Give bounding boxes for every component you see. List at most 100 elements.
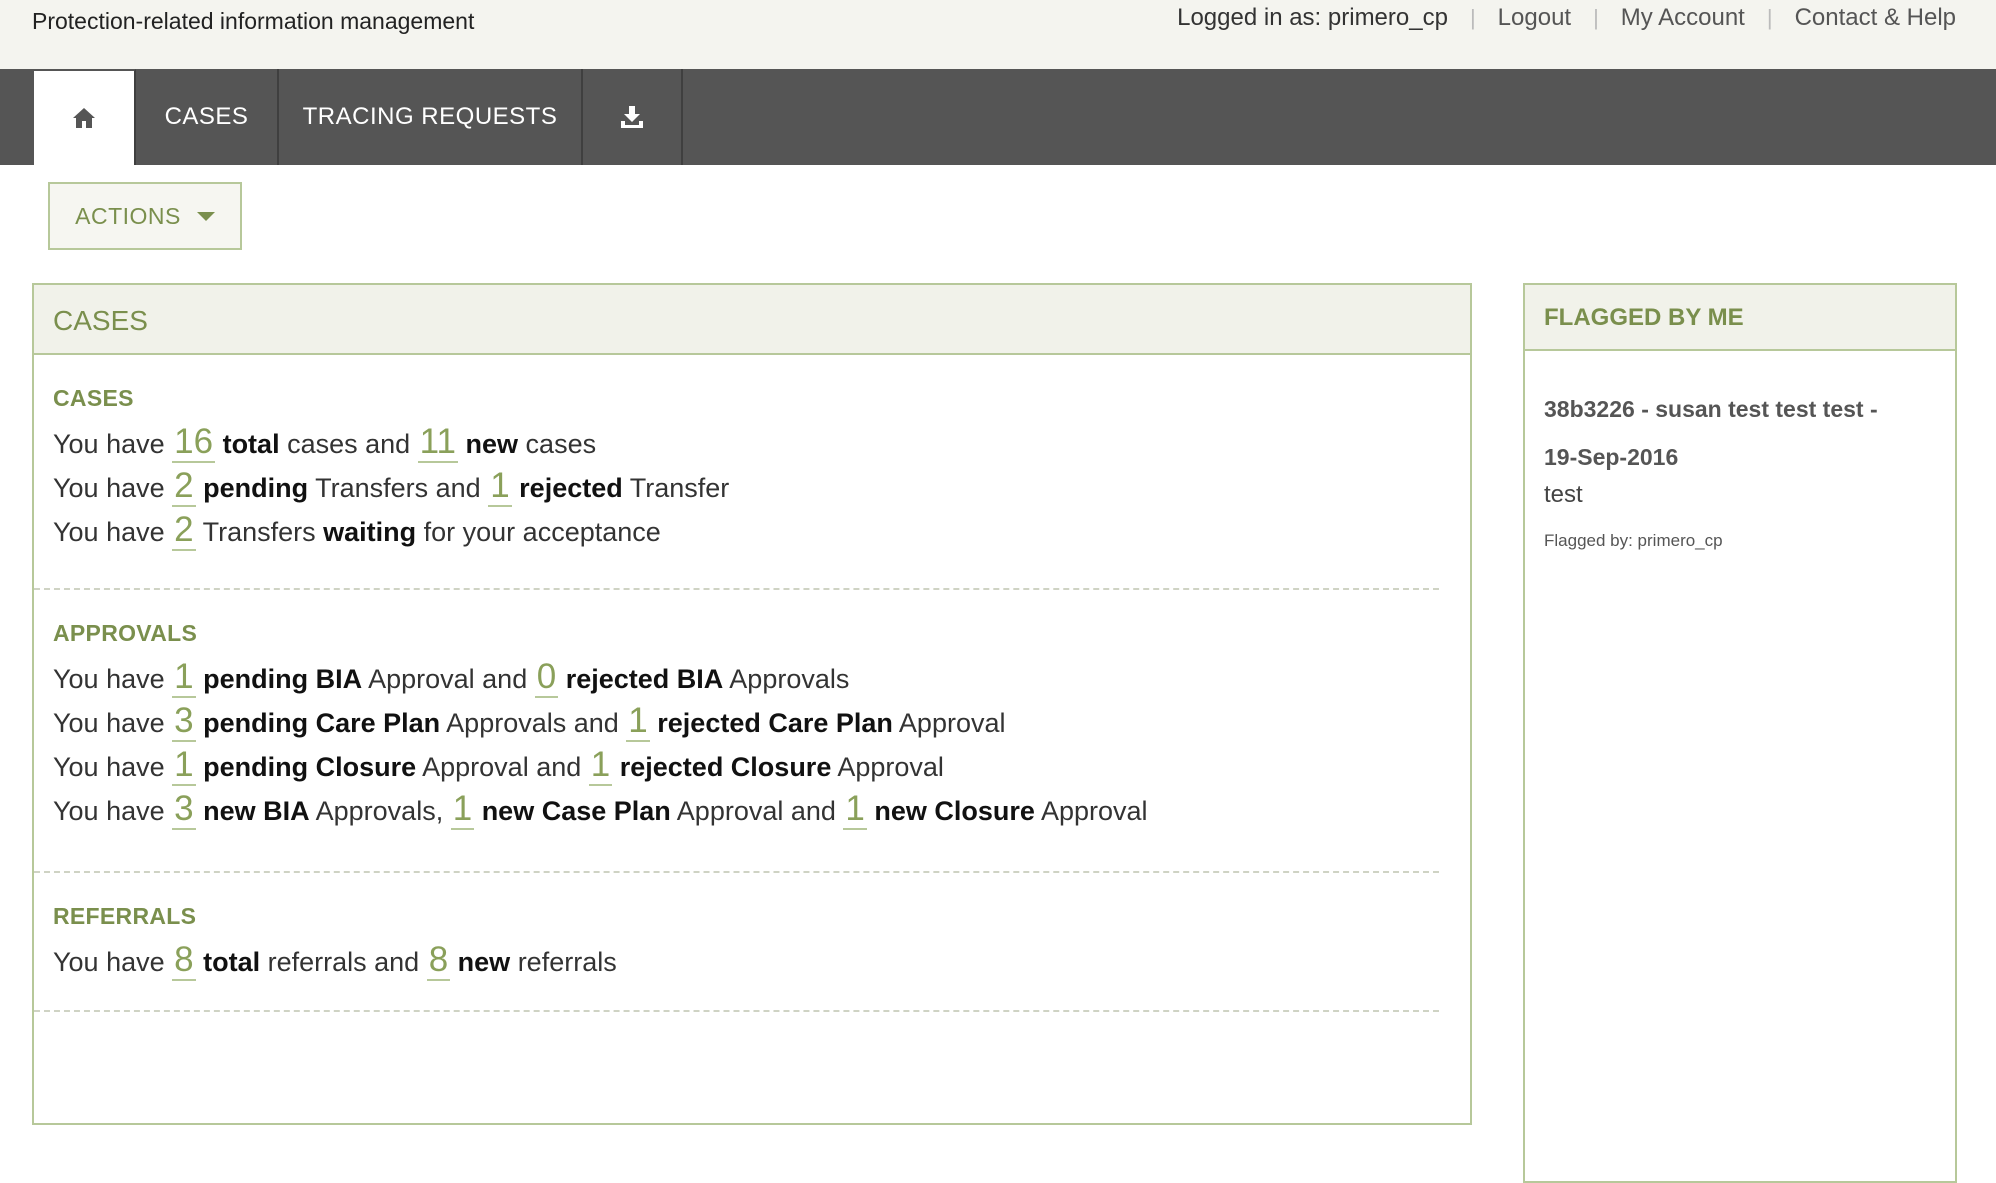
logout-link[interactable]: Logout <box>1498 4 1571 32</box>
flag-item-title-line2: 19-Sep-2016 <box>1544 444 1679 470</box>
stat-line: You have 3 pending Care Plan Approvals a… <box>53 701 1453 742</box>
user-links: Logged in as: primero_cp | Logout | My A… <box>1177 4 1956 32</box>
text: You have <box>53 517 173 547</box>
text: Approval <box>1034 796 1148 826</box>
new-referrals-count[interactable]: 8 <box>426 940 451 981</box>
tab-export[interactable] <box>583 69 683 165</box>
text: cases and <box>279 429 418 459</box>
text: Approvals, <box>309 796 451 826</box>
flagged-by-me-panel: FLAGGED BY ME 38b3226 - susan test test … <box>1523 283 1957 1183</box>
section-title: APPROVALS <box>53 620 198 646</box>
tab-tracing-requests[interactable]: TRACING REQUESTS <box>279 69 583 165</box>
text: referrals <box>510 947 617 977</box>
text-strong: pending <box>203 473 309 503</box>
text: Transfers and <box>308 473 489 503</box>
text: You have <box>53 473 173 503</box>
stat-line: You have 2 pending Transfers and 1 rejec… <box>53 466 1453 507</box>
total-cases-count[interactable]: 16 <box>172 422 216 463</box>
actions-dropdown-button[interactable]: ACTIONS <box>48 182 242 250</box>
section-title: CASES <box>53 385 134 411</box>
text-strong: total <box>203 947 261 977</box>
contact-help-link[interactable]: Contact & Help <box>1795 4 1956 32</box>
stat-line: You have 16 total cases and 11 new cases <box>53 422 1453 463</box>
tab-cases[interactable]: CASES <box>136 69 279 165</box>
main-nav: CASES TRACING REQUESTS <box>0 69 1996 165</box>
text: Approvals and <box>440 708 627 738</box>
text-strong: new <box>457 947 511 977</box>
cases-panel-header: CASES <box>34 285 1470 355</box>
divider <box>34 588 1439 590</box>
top-bar: Protection-related information managemen… <box>0 0 1996 69</box>
text: Transfers <box>195 517 324 547</box>
new-bia-count[interactable]: 3 <box>172 789 196 830</box>
text-strong: waiting <box>323 517 417 547</box>
text-strong: new BIA <box>203 796 310 826</box>
logged-in-label: Logged in as: primero_cp <box>1177 4 1448 31</box>
chevron-down-icon <box>196 211 215 221</box>
download-icon <box>621 106 643 128</box>
section-title: REFERRALS <box>53 903 197 929</box>
stat-line: You have 2 Transfers waiting for your ac… <box>53 510 1453 551</box>
text: You have <box>53 947 173 977</box>
cases-panel: CASES CASES You have 16 total cases and … <box>32 283 1472 1125</box>
separator: | <box>1766 5 1773 30</box>
text-strong: pending Care Plan <box>203 708 441 738</box>
text: Approvals <box>723 664 850 694</box>
divider <box>34 871 1439 873</box>
text: Approval <box>892 708 1006 738</box>
text: You have <box>53 664 173 694</box>
separator: | <box>1469 5 1476 30</box>
flag-item-title-line1: 38b3226 - susan test test test - <box>1544 396 1878 422</box>
rejected-transfers-count[interactable]: 1 <box>488 466 512 507</box>
actions-label: ACTIONS <box>75 202 181 229</box>
stat-line: You have 8 total referrals and 8 new ref… <box>53 940 1453 981</box>
flag-item-flagged-by: Flagged by: primero_cp <box>1544 531 1723 550</box>
cases-section: CASES You have 16 total cases and 11 new… <box>53 385 1453 551</box>
rejected-bia-count[interactable]: 0 <box>534 657 559 698</box>
text: referrals and <box>260 947 427 977</box>
new-cases-count[interactable]: 11 <box>417 422 459 463</box>
my-account-link[interactable]: My Account <box>1621 4 1745 32</box>
flag-item-link[interactable]: 38b3226 - susan test test test - 19-Sep-… <box>1544 385 1944 481</box>
home-icon <box>73 108 95 128</box>
separator: | <box>1593 5 1599 30</box>
rejected-closure-count[interactable]: 1 <box>588 745 613 786</box>
stat-line: You have 1 pending BIA Approval and 0 re… <box>53 657 1453 698</box>
text-strong: new <box>465 429 519 459</box>
text: cases <box>518 429 597 459</box>
new-closure-count[interactable]: 1 <box>843 789 867 830</box>
stat-line: You have 1 pending Closure Approval and … <box>53 745 1453 786</box>
text: Approval and <box>362 664 535 694</box>
text-strong: rejected Closure <box>619 752 832 782</box>
waiting-transfers-count[interactable]: 2 <box>172 510 196 551</box>
referrals-section: REFERRALS You have 8 total referrals and… <box>53 903 1453 981</box>
text: You have <box>53 429 173 459</box>
approvals-section: APPROVALS You have 1 pending BIA Approva… <box>53 620 1453 830</box>
text: Approval and <box>416 752 589 782</box>
text-strong: new Case Plan <box>481 796 671 826</box>
tab-home[interactable] <box>34 69 136 165</box>
new-case-plan-count[interactable]: 1 <box>450 789 475 830</box>
pending-transfers-count[interactable]: 2 <box>172 466 196 507</box>
divider <box>34 1010 1439 1012</box>
text: for your acceptance <box>416 517 661 547</box>
flag-item-text: test <box>1544 481 1583 508</box>
text-strong: pending BIA <box>203 664 363 694</box>
total-referrals-count[interactable]: 8 <box>172 940 196 981</box>
pending-closure-count[interactable]: 1 <box>172 745 196 786</box>
rejected-care-plan-count[interactable]: 1 <box>626 701 650 742</box>
pending-care-plan-count[interactable]: 3 <box>172 701 196 742</box>
text-strong: rejected BIA <box>565 664 724 694</box>
text-strong: pending Closure <box>203 752 417 782</box>
stat-line: You have 3 new BIA Approvals, 1 new Case… <box>53 789 1453 830</box>
text: You have <box>53 752 173 782</box>
flag-item: 38b3226 - susan test test test - 19-Sep-… <box>1544 385 1944 551</box>
pending-bia-count[interactable]: 1 <box>172 657 196 698</box>
app-title: Protection-related information managemen… <box>32 8 475 34</box>
text-strong: new Closure <box>874 796 1035 826</box>
text-strong: rejected Care Plan <box>657 708 893 738</box>
text: Approval <box>831 752 944 782</box>
text: Transfer <box>622 473 730 503</box>
text: Approval and <box>670 796 844 826</box>
